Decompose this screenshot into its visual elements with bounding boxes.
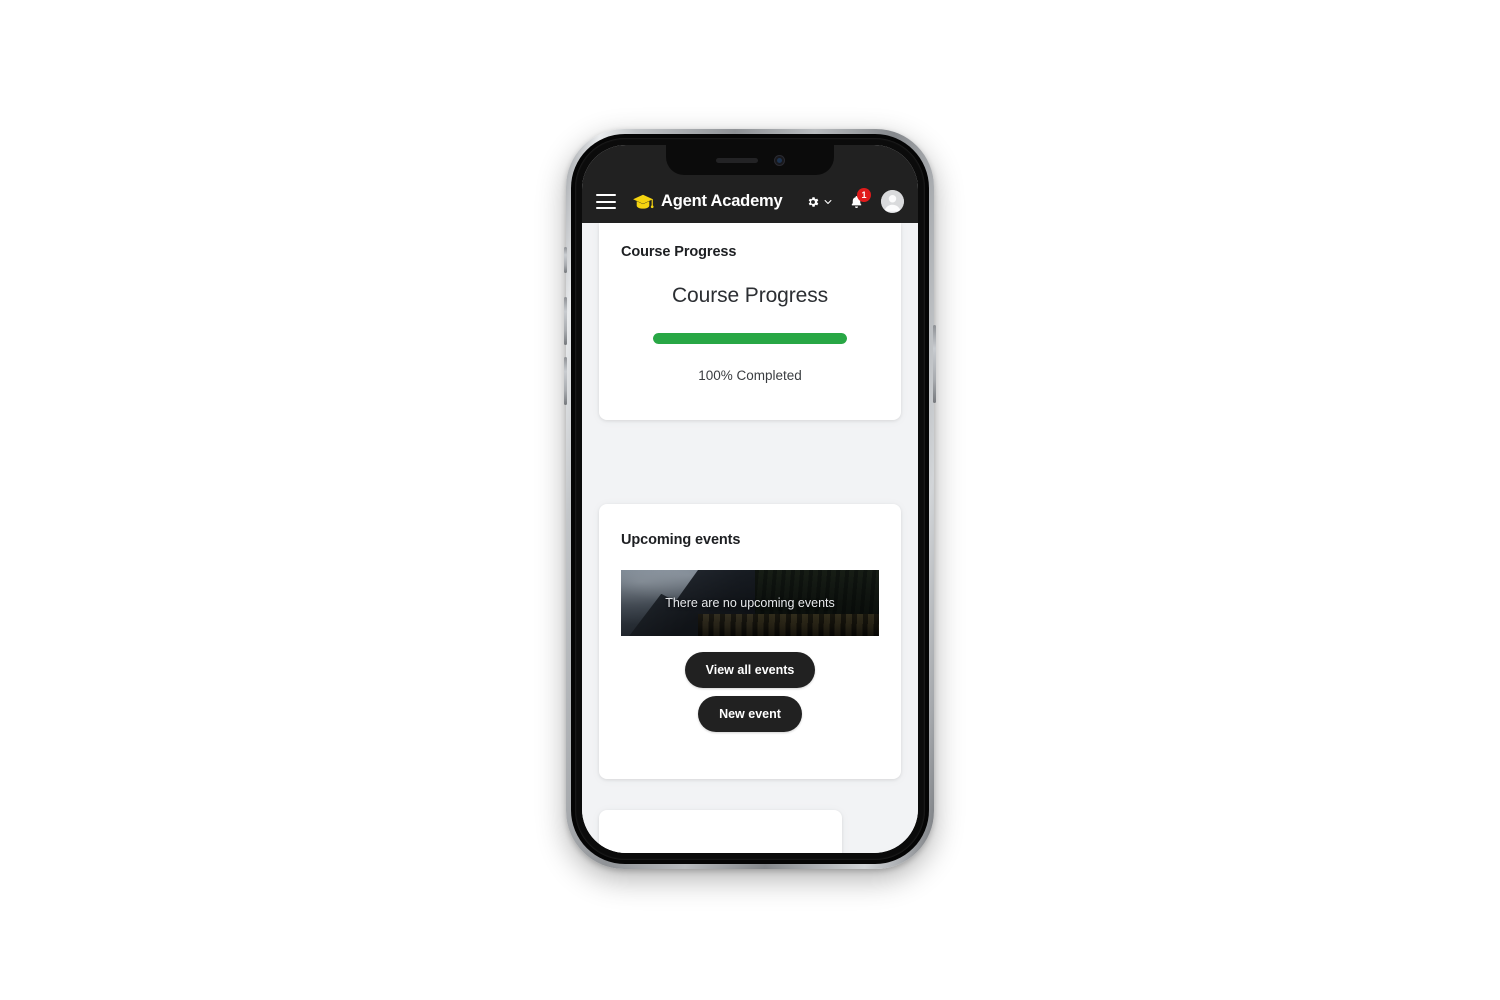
no-upcoming-events-message: There are no upcoming events [665,596,835,610]
notifications-button[interactable]: 1 [849,187,871,210]
brand-name-label: Agent Academy [661,192,783,210]
course-progress-title: Course Progress [671,284,829,307]
settings-menu-button[interactable] [806,195,833,209]
phone-screen: Agent Academy 1 Course Progress Course P… [582,145,918,853]
course-progress-card-heading: Course Progress [621,244,737,260]
hamburger-menu-icon[interactable] [596,194,616,209]
view-all-events-button[interactable]: View all events [684,652,816,688]
brand-logo[interactable]: Agent Academy [632,192,783,211]
power-button[interactable] [933,325,936,403]
upcoming-events-actions: View all events New event [621,652,879,732]
screenshot-canvas: Agent Academy 1 Course Progress Course P… [0,0,1500,1000]
notification-count-badge: 1 [857,187,871,202]
front-camera-icon [773,154,785,166]
avatar[interactable] [881,190,904,213]
course-progress-card: Course Progress Course Progress 100% Com… [599,223,901,420]
upcoming-events-card-heading: Upcoming events [621,532,741,548]
graduation-cap-icon [633,194,654,209]
volume-down-button[interactable] [564,357,567,405]
chevron-down-icon [824,199,832,204]
course-progress-bar-fill [653,333,847,344]
speaker-grille-icon [715,157,758,163]
new-event-button[interactable]: New event [698,696,802,732]
partially-visible-card [599,810,842,853]
page-content[interactable]: Course Progress Course Progress 100% Com… [582,223,918,853]
device-notch [666,145,834,175]
user-avatar-icon [881,190,904,213]
upcoming-events-banner: There are no upcoming events [621,570,879,636]
course-progress-bar-track [653,333,847,344]
course-progress-label: 100% Completed [698,368,802,383]
volume-up-button[interactable] [564,297,567,345]
upcoming-events-card: Upcoming events There are no upcoming ev… [599,504,901,779]
gear-icon [808,196,819,207]
silent-switch[interactable] [564,247,567,273]
phone-device-mockup: Agent Academy 1 Course Progress Course P… [564,129,936,869]
